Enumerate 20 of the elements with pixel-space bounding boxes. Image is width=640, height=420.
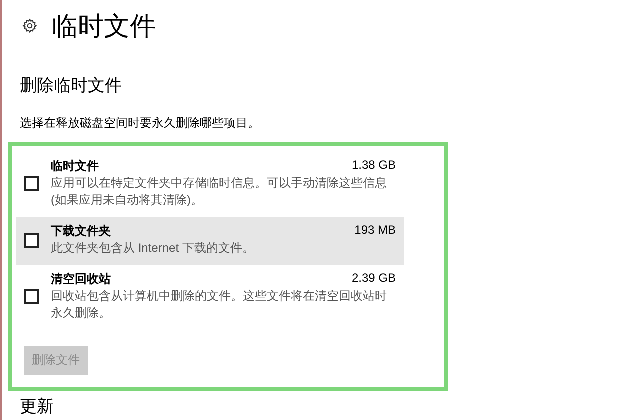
item-size: 193 MB	[354, 223, 396, 239]
section-heading: 更新	[20, 396, 55, 418]
item-size: 1.38 GB	[352, 158, 396, 174]
item-description: 此文件夹包含从 Internet 下载的文件。	[51, 240, 256, 257]
item-name: 临时文件	[51, 158, 99, 175]
checkbox[interactable]	[24, 176, 39, 191]
section-heading: 删除临时文件	[20, 75, 123, 97]
item-name: 清空回收站	[51, 271, 111, 288]
checkbox[interactable]	[24, 232, 39, 248]
settings-icon	[22, 18, 38, 34]
cleanup-item[interactable]: 下载文件夹 193 MB 此文件夹包含从 Internet 下载的文件。	[16, 217, 404, 265]
cleanup-item[interactable]: 清空回收站 2.39 GB 回收站包含从计算机中删除的文件。这些文件将在清空回收站时永久删除。	[16, 265, 404, 330]
cleanup-item[interactable]: 临时文件 1.38 GB 应用可以在特定文件夹中存储临时信息。可以手动清除这些信息(如果应用未自动将其清除)。	[16, 152, 404, 217]
item-size: 2.39 GB	[352, 271, 396, 287]
item-description: 回收站包含从计算机中删除的文件。这些文件将在清空回收站时永久删除。	[51, 288, 388, 322]
page-title: 临时文件	[52, 10, 156, 42]
checkbox[interactable]	[24, 289, 39, 304]
item-name: 下载文件夹	[51, 223, 111, 240]
section-description: 选择在释放磁盘空间时要永久删除哪些项目。	[20, 115, 261, 132]
item-description: 应用可以在特定文件夹中存储临时信息。可以手动清除这些信息(如果应用未自动将其清除)。	[51, 175, 388, 209]
